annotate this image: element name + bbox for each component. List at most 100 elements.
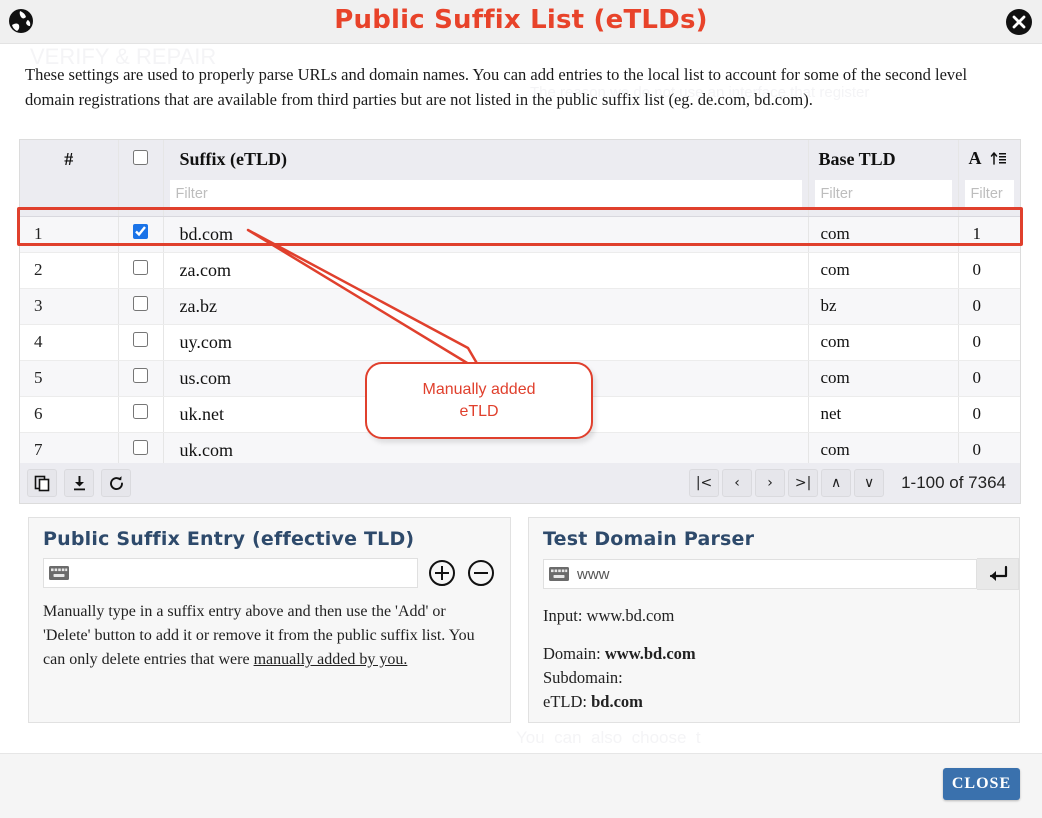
dialog-footer: CLOSE xyxy=(0,753,1042,818)
parser-etld-line: eTLD: bd.com xyxy=(543,690,1005,714)
pagination-count-label: 1-100 of 7364 xyxy=(901,473,1006,492)
row-select-cell[interactable] xyxy=(118,396,164,433)
row-select-checkbox[interactable] xyxy=(133,368,148,383)
table-row[interactable]: 3 za.bz bz 0 xyxy=(20,288,1020,325)
parser-domain-value: www.bd.com xyxy=(604,644,696,663)
a-cell: 0 xyxy=(958,252,1020,289)
a-cell: 1 xyxy=(958,216,1020,253)
close-button[interactable]: CLOSE xyxy=(943,768,1020,800)
keyboard-icon xyxy=(549,567,569,581)
suffix-cell: uy.com xyxy=(163,324,809,361)
row-select-checkbox[interactable] xyxy=(133,404,148,419)
parser-domain-line: Domain: www.bd.com xyxy=(543,642,1005,666)
suffix-entry-input[interactable] xyxy=(69,563,417,583)
entry-panel-title: Public Suffix Entry (effective TLD) xyxy=(43,528,415,550)
row-select-cell[interactable] xyxy=(118,360,164,397)
row-select-cell[interactable] xyxy=(118,324,164,361)
download-icon[interactable] xyxy=(64,469,94,497)
row-select-cell[interactable] xyxy=(118,288,164,325)
parser-etld-value: bd.com xyxy=(591,692,643,711)
refresh-icon[interactable] xyxy=(101,469,131,497)
table-row[interactable]: 2 za.com com 0 xyxy=(20,252,1020,289)
suffix-cell: bd.com xyxy=(163,216,809,253)
pagination-prev-button[interactable]: ‹ xyxy=(722,469,753,497)
row-number-cell: 6 xyxy=(20,396,119,433)
parser-input-value: www.bd.com xyxy=(586,606,675,625)
sort-ascending-icon xyxy=(990,150,1007,171)
table-head: # Suffix (eTLD) Base TLD A xyxy=(20,140,1020,217)
parser-domain-input[interactable] xyxy=(569,564,976,584)
base-tld-cell: com xyxy=(808,324,959,361)
public-suffix-list-dialog: VERIFY & REPAIR The reason we do not use … xyxy=(0,0,1042,818)
pagination-next-button[interactable]: › xyxy=(755,469,786,497)
row-number-cell: 4 xyxy=(20,324,119,361)
parser-input-line: Input: www.bd.com xyxy=(543,604,1005,628)
filter-cell-suffix xyxy=(163,178,809,217)
dialog-title: Public Suffix List (eTLDs) xyxy=(334,5,708,35)
copy-icon[interactable] xyxy=(27,469,57,497)
parser-domain-field[interactable] xyxy=(543,559,977,589)
annotation-text: Manually added eTLD xyxy=(423,379,536,423)
filter-cell-number xyxy=(20,178,119,217)
row-select-checkbox[interactable] xyxy=(133,260,148,275)
public-suffix-entry-panel: Public Suffix Entry (effective TLD) Manu… xyxy=(28,517,511,723)
column-header-base-tld[interactable]: Base TLD xyxy=(808,140,959,178)
a-cell: 0 xyxy=(958,360,1020,397)
pagination-down-button[interactable]: ∨ xyxy=(854,469,885,497)
minus-circle-icon[interactable] xyxy=(466,558,496,588)
column-header-suffix[interactable]: Suffix (eTLD) xyxy=(163,140,809,178)
entry-panel-help: Manually type in a suffix entry above an… xyxy=(43,600,496,672)
parser-input-label: Input: xyxy=(543,606,587,625)
base-tld-filter-input[interactable] xyxy=(814,180,952,208)
column-header-a[interactable]: A xyxy=(958,140,1020,178)
column-header-number[interactable]: # xyxy=(20,140,119,178)
suffix-entry-field[interactable] xyxy=(43,558,418,588)
pagination-up-button[interactable]: ∧ xyxy=(821,469,852,497)
row-select-checkbox[interactable] xyxy=(133,224,148,239)
row-number-cell: 1 xyxy=(20,216,119,253)
row-number-cell: 3 xyxy=(20,288,119,325)
background-watermark-text: You can also choose t xyxy=(516,728,701,747)
table-header-row: # Suffix (eTLD) Base TLD A xyxy=(20,140,1020,178)
pagination-first-button[interactable]: |< xyxy=(689,469,720,497)
base-tld-cell: net xyxy=(808,396,959,433)
row-select-checkbox[interactable] xyxy=(133,440,148,456)
dialog-titlebar: Public Suffix List (eTLDs) xyxy=(0,0,1042,44)
pagination-last-button[interactable]: >| xyxy=(788,469,819,497)
filter-cell-checkbox xyxy=(118,178,164,217)
parser-domain-label: Domain: xyxy=(543,644,605,663)
enter-arrow-icon[interactable] xyxy=(977,558,1019,590)
intro-paragraph: These settings are used to properly pars… xyxy=(25,65,968,109)
entry-help-link[interactable]: manually added by you. xyxy=(254,651,408,668)
close-circle-icon[interactable] xyxy=(1005,8,1033,36)
column-header-selectall[interactable] xyxy=(118,140,164,178)
row-select-checkbox[interactable] xyxy=(133,296,148,311)
table-toolbar: |< ‹ › >| ∧ ∨ 1-100 of 7364 xyxy=(19,463,1021,504)
row-select-cell[interactable] xyxy=(118,216,164,253)
table-filter-row xyxy=(20,178,1020,217)
filter-cell-a xyxy=(958,178,1020,217)
table-row[interactable]: 1 bd.com com 1 xyxy=(20,216,1020,253)
entry-input-row xyxy=(43,558,496,588)
plus-circle-icon[interactable] xyxy=(427,558,457,588)
row-select-cell[interactable] xyxy=(118,252,164,289)
a-cell: 0 xyxy=(958,288,1020,325)
annotation-line-1: Manually added xyxy=(422,380,536,398)
filter-cell-base xyxy=(808,178,959,217)
parser-input-row xyxy=(543,558,1019,590)
suffix-filter-input[interactable] xyxy=(169,180,802,208)
test-domain-parser-panel: Test Domain Parser www Input: www.bd.com… xyxy=(528,517,1020,723)
annotation-line-2: eTLD xyxy=(459,402,499,420)
row-number-cell: 2 xyxy=(20,252,119,289)
parser-panel-title: Test Domain Parser xyxy=(543,528,755,550)
base-tld-cell: com xyxy=(808,252,959,289)
base-tld-cell: bz xyxy=(808,288,959,325)
table-row[interactable]: 4 uy.com com 0 xyxy=(20,324,1020,361)
a-cell: 0 xyxy=(958,324,1020,361)
row-select-checkbox[interactable] xyxy=(133,332,148,347)
annotation-callout: Manually added eTLD xyxy=(365,362,593,439)
a-filter-input[interactable] xyxy=(964,180,1014,208)
a-cell: 0 xyxy=(958,396,1020,433)
select-all-checkbox[interactable] xyxy=(133,149,148,165)
base-tld-cell: com xyxy=(808,360,959,397)
